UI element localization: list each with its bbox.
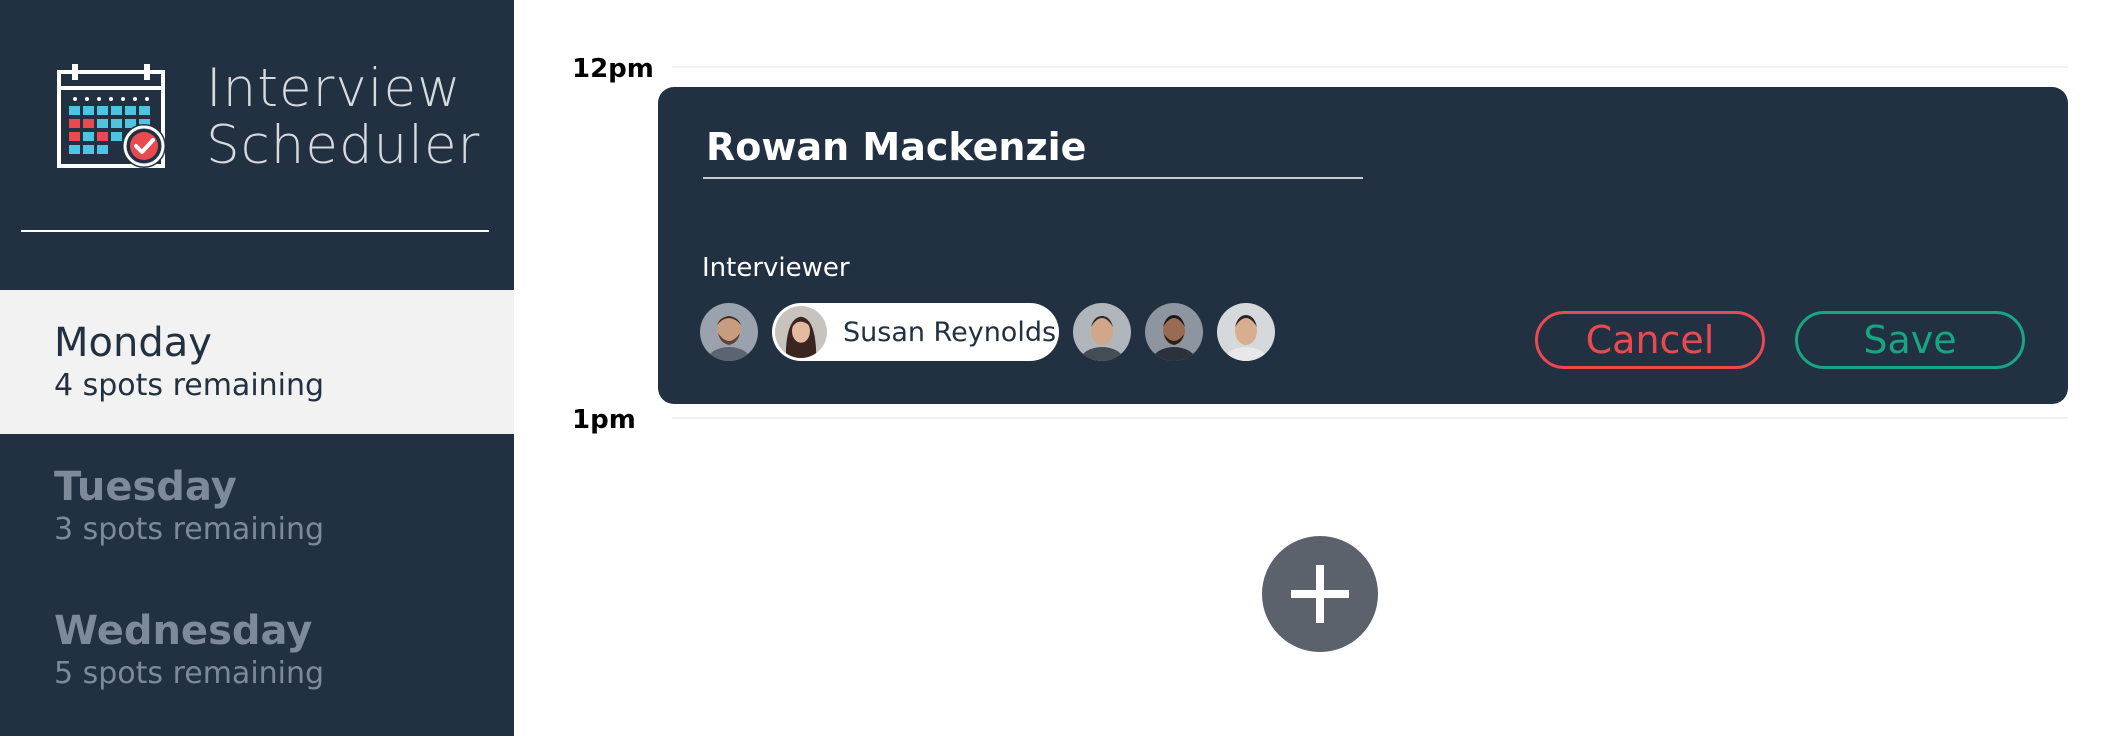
selected-interviewer-chip[interactable]: Susan Reynolds [772, 303, 1059, 361]
day-spots-remaining: 3 spots remaining [54, 512, 325, 547]
day-spots-remaining: 4 spots remaining [54, 368, 325, 403]
candidate-name-input[interactable]: Rowan Mackenzie [706, 125, 1086, 169]
avatar-man-dark-icon [1145, 303, 1203, 361]
cancel-button[interactable]: Cancel [1535, 311, 1765, 369]
avatar-man-beard-icon [700, 303, 758, 361]
app-brand: Interview Scheduler [56, 60, 480, 174]
avatar-woman-icon [775, 306, 827, 358]
sidebar: Interview Scheduler Monday 4 spots remai… [0, 0, 514, 736]
hour-divider [672, 66, 2068, 68]
day-name: Monday [54, 320, 212, 366]
avatar-man-icon [1073, 303, 1131, 361]
day-item-wednesday[interactable]: Wednesday 5 spots remaining [0, 578, 514, 722]
day-spots-remaining: 5 spots remaining [54, 656, 325, 691]
calendar-check-icon [57, 64, 166, 168]
day-item-tuesday[interactable]: Tuesday 3 spots remaining [0, 434, 514, 578]
sidebar-divider [21, 230, 489, 232]
interviewer-list: Susan Reynolds [700, 303, 1275, 361]
candidate-name-underline [703, 177, 1363, 179]
plus-icon [1291, 565, 1349, 623]
app-title-line1: Interview [206, 58, 462, 119]
avatar-man-light-icon [1217, 303, 1275, 361]
save-button[interactable]: Save [1795, 311, 2025, 369]
app-title: Interview Scheduler [206, 60, 480, 174]
interviewer-avatar-5[interactable] [1217, 303, 1275, 361]
interviewer-avatar-2 [775, 306, 827, 358]
time-label-12pm: 12pm [572, 54, 654, 84]
app-title-line2: Scheduler [206, 115, 481, 176]
hour-divider [672, 417, 2068, 419]
interviewer-label: Interviewer [702, 253, 850, 283]
day-list: Monday 4 spots remaining Tuesday 3 spots… [0, 290, 514, 722]
interviewer-avatar-1[interactable] [700, 303, 758, 361]
time-label-1pm: 1pm [572, 405, 636, 435]
interviewer-avatar-4[interactable] [1145, 303, 1203, 361]
day-name: Wednesday [54, 608, 313, 654]
interviewer-avatar-3[interactable] [1073, 303, 1131, 361]
selected-interviewer-name: Susan Reynolds [843, 316, 1057, 348]
day-name: Tuesday [54, 464, 237, 510]
add-appointment-button[interactable] [1262, 536, 1378, 652]
day-item-monday[interactable]: Monday 4 spots remaining [0, 290, 514, 434]
appointment-form: Rowan Mackenzie Interviewer Susan Reynol… [658, 87, 2068, 404]
